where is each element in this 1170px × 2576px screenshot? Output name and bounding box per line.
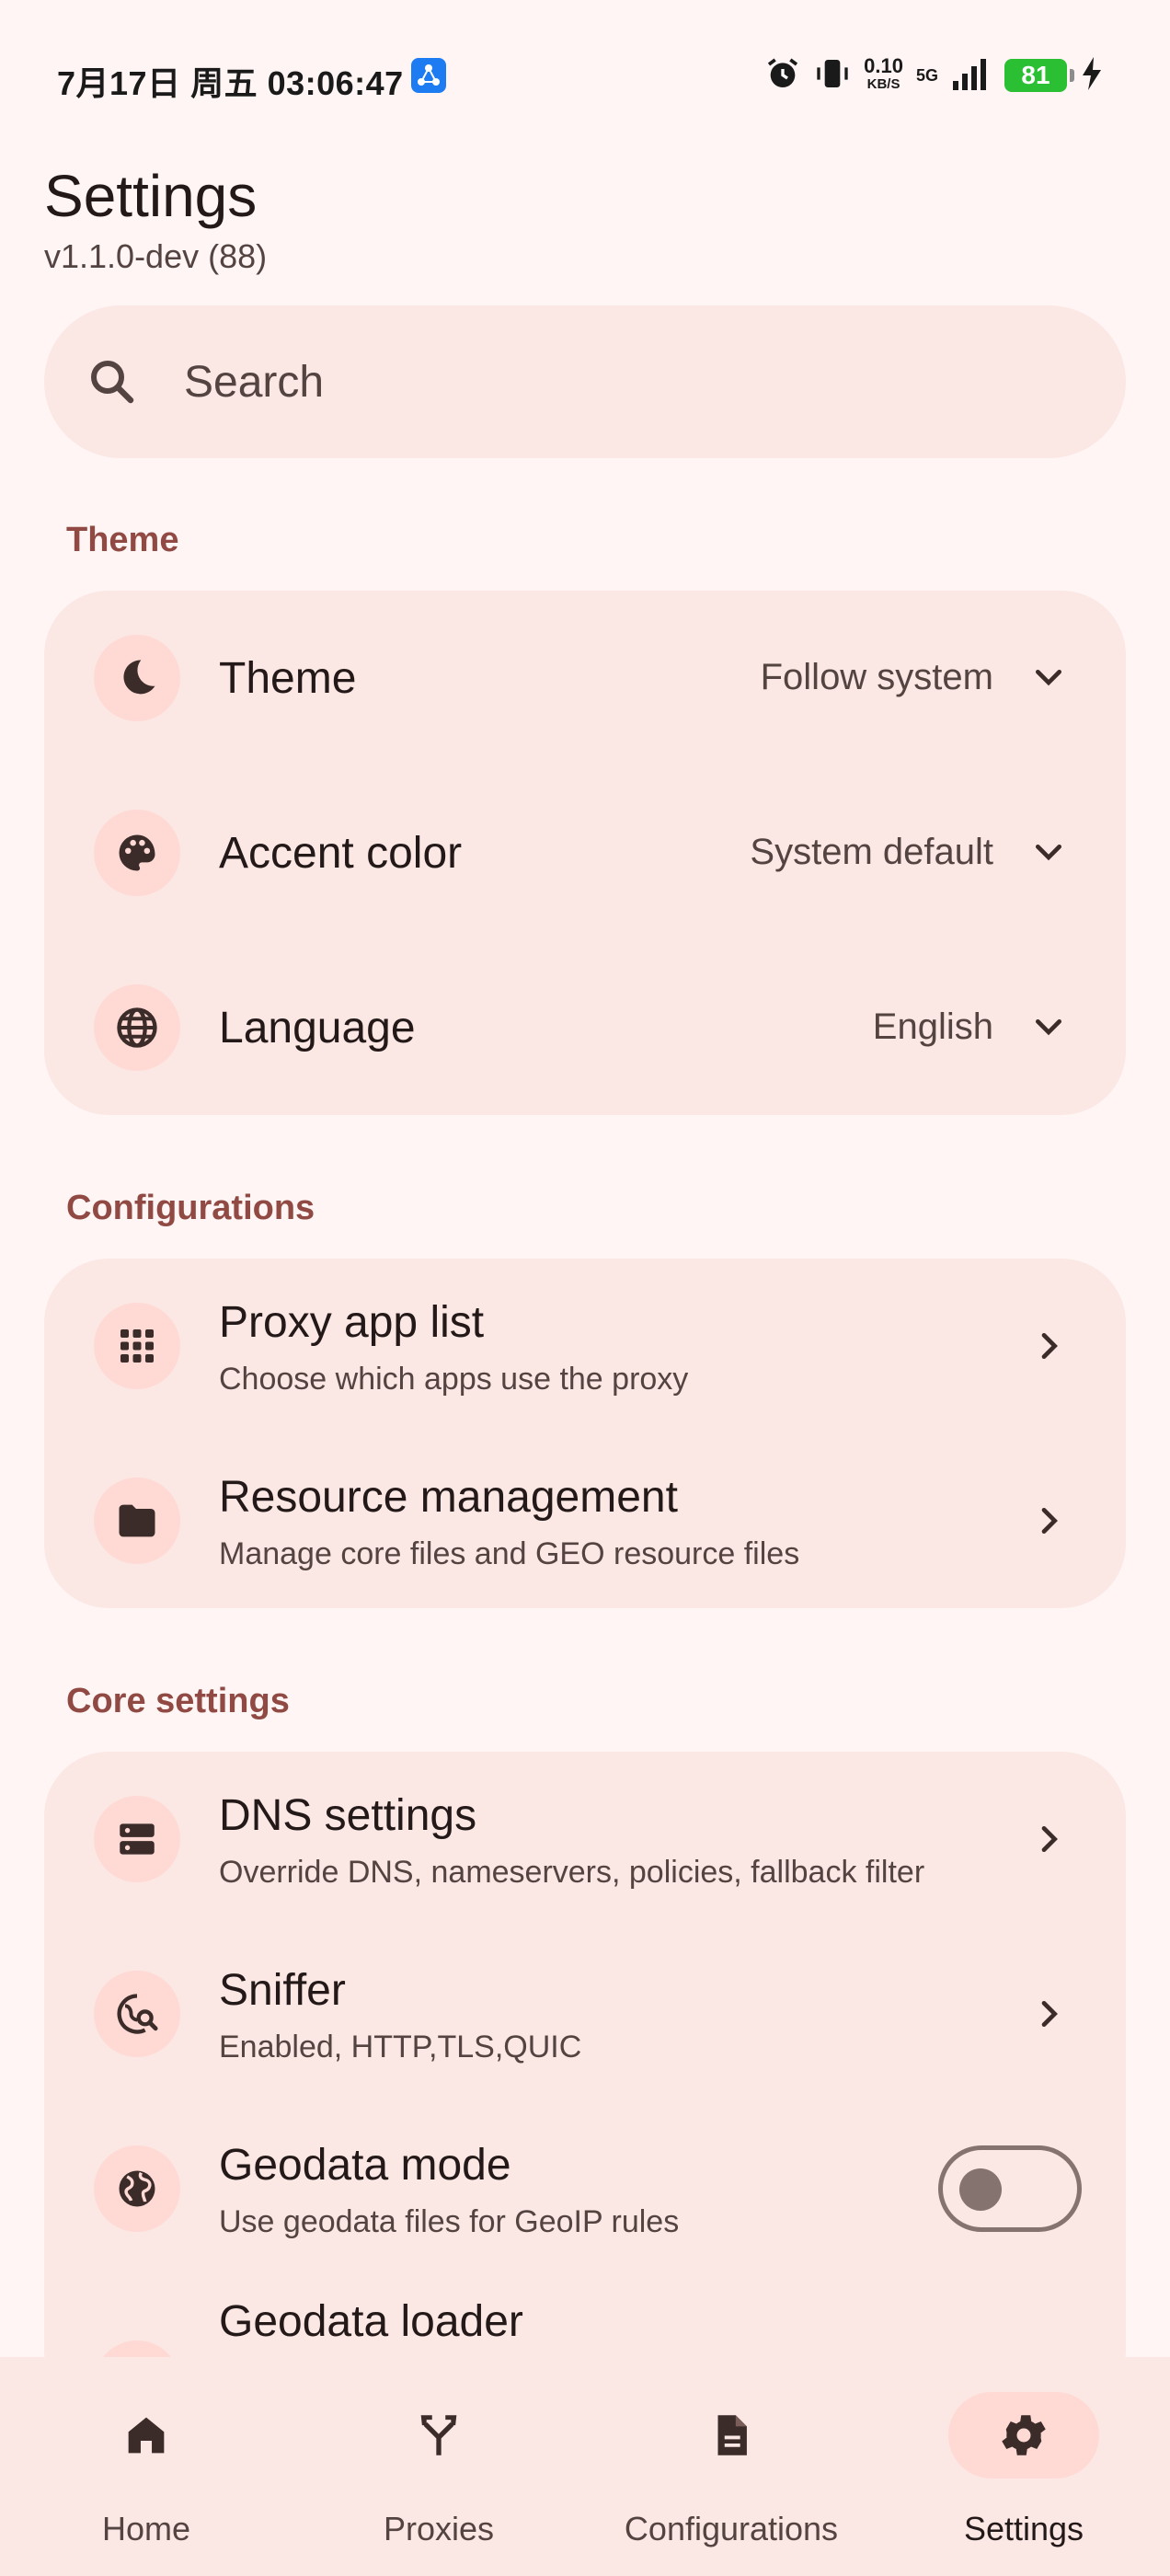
status-time: 7月17日 周五 03:06:47 — [57, 64, 404, 102]
section-label-core-settings: Core settings — [66, 1682, 290, 1720]
setting-title: Geodata mode — [219, 2141, 511, 2190]
notification-app-icon — [411, 58, 446, 93]
alarm-icon — [764, 55, 801, 97]
status-right-cluster: 0.10 KB/S 5G 81 — [764, 52, 1104, 99]
nav-label: Home — [101, 2510, 191, 2547]
dark-mode-icon — [94, 635, 180, 721]
network-type: 5G — [915, 65, 938, 85]
app-version: v1.1.0-dev (88) — [44, 237, 268, 275]
setting-geodata-mode[interactable]: Geodata mode Use geodata files for GeoIP… — [44, 2101, 1126, 2276]
section-label-configurations: Configurations — [66, 1189, 315, 1227]
search-icon — [91, 361, 134, 404]
setting-subtitle: Override DNS, nameservers, policies, fal… — [219, 1855, 925, 1890]
speed-unit: KB/S — [866, 76, 900, 92]
setting-title: Proxy app list — [219, 1298, 485, 1347]
setting-sniffer[interactable]: Sniffer Enabled, HTTP,TLS,QUIC — [44, 1926, 1126, 2101]
apps-grid-icon — [94, 1303, 180, 1389]
public-icon — [94, 2145, 180, 2232]
setting-value: English — [872, 1006, 993, 1047]
status-bar: 7月17日 周五 03:06:47 0.10 KB/S 5G 81 — [0, 0, 1170, 147]
setting-title: Theme — [219, 654, 357, 703]
nav-label: Proxies — [383, 2510, 495, 2547]
core-settings-card: DNS settings Override DNS, nameservers, … — [44, 1752, 1126, 2427]
signal-icon — [951, 55, 992, 97]
setting-value: Follow system — [760, 657, 993, 697]
chevron-right-icon — [1027, 1817, 1071, 1861]
battery-indicator: 81 — [1004, 59, 1074, 92]
folder-icon — [94, 1478, 180, 1564]
setting-language[interactable]: Language English — [44, 940, 1126, 1115]
geodata-mode-toggle[interactable] — [938, 2145, 1082, 2232]
setting-subtitle: Use geodata files for GeoIP rules — [219, 2204, 680, 2239]
setting-title: Accent color — [219, 829, 463, 878]
setting-dns[interactable]: DNS settings Override DNS, nameservers, … — [44, 1752, 1126, 1926]
nav-proxies[interactable]: Proxies — [292, 2357, 585, 2576]
setting-subtitle: Enabled, HTTP,TLS,QUIC — [219, 2030, 582, 2064]
setting-subtitle: Choose which apps use the proxy — [219, 1362, 689, 1397]
fork-icon — [363, 2392, 514, 2478]
bottom-navigation: Home Proxies Configurations Settings — [0, 2357, 1170, 2576]
setting-theme[interactable]: Theme Follow system — [44, 591, 1126, 765]
document-icon — [656, 2392, 807, 2478]
configurations-card: Proxy app list Choose which apps use the… — [44, 1259, 1126, 1608]
charging-icon — [1080, 55, 1104, 97]
sniffer-icon — [94, 1971, 180, 2057]
setting-subtitle: Manage core files and GEO resource files — [219, 1536, 800, 1571]
setting-title: Resource management — [219, 1473, 678, 1522]
gear-icon — [948, 2392, 1099, 2478]
chevron-down-icon — [1027, 831, 1071, 875]
home-icon — [71, 2392, 222, 2478]
dns-icon — [94, 1796, 180, 1882]
network-speed: 0.10 KB/S — [864, 54, 903, 94]
nav-configurations[interactable]: Configurations — [585, 2357, 878, 2576]
nav-label: Settings — [963, 2510, 1084, 2547]
setting-resource-management[interactable]: Resource management Manage core files an… — [44, 1433, 1126, 1608]
chevron-right-icon — [1027, 1992, 1071, 2036]
toggle-knob — [959, 2168, 1002, 2211]
theme-card: Theme Follow system Accent color System … — [44, 591, 1126, 1115]
nav-label: Configurations — [624, 2510, 839, 2547]
vibrate-icon — [814, 55, 851, 97]
page-title: Settings — [44, 163, 258, 229]
setting-title: Language — [219, 1004, 416, 1052]
speed-value: 0.10 — [864, 54, 903, 77]
search-bar[interactable]: Search — [44, 305, 1126, 458]
globe-icon — [94, 984, 180, 1071]
setting-title: DNS settings — [219, 1791, 477, 1840]
chevron-down-icon — [1027, 656, 1071, 700]
chevron-right-icon — [1027, 1499, 1071, 1543]
search-input[interactable]: Search — [184, 357, 324, 408]
nav-settings[interactable]: Settings — [878, 2357, 1170, 2576]
nav-home[interactable]: Home — [0, 2357, 292, 2576]
section-label-theme: Theme — [66, 521, 179, 559]
chevron-right-icon — [1027, 1324, 1071, 1368]
setting-proxy-app-list[interactable]: Proxy app list Choose which apps use the… — [44, 1259, 1126, 1433]
palette-icon — [94, 810, 180, 896]
setting-accent-color[interactable]: Accent color System default — [44, 765, 1126, 940]
chevron-down-icon — [1027, 1006, 1071, 1050]
setting-value: System default — [750, 832, 993, 872]
setting-title: Sniffer — [219, 1966, 346, 2015]
setting-title: Geodata loader — [219, 2297, 523, 2346]
